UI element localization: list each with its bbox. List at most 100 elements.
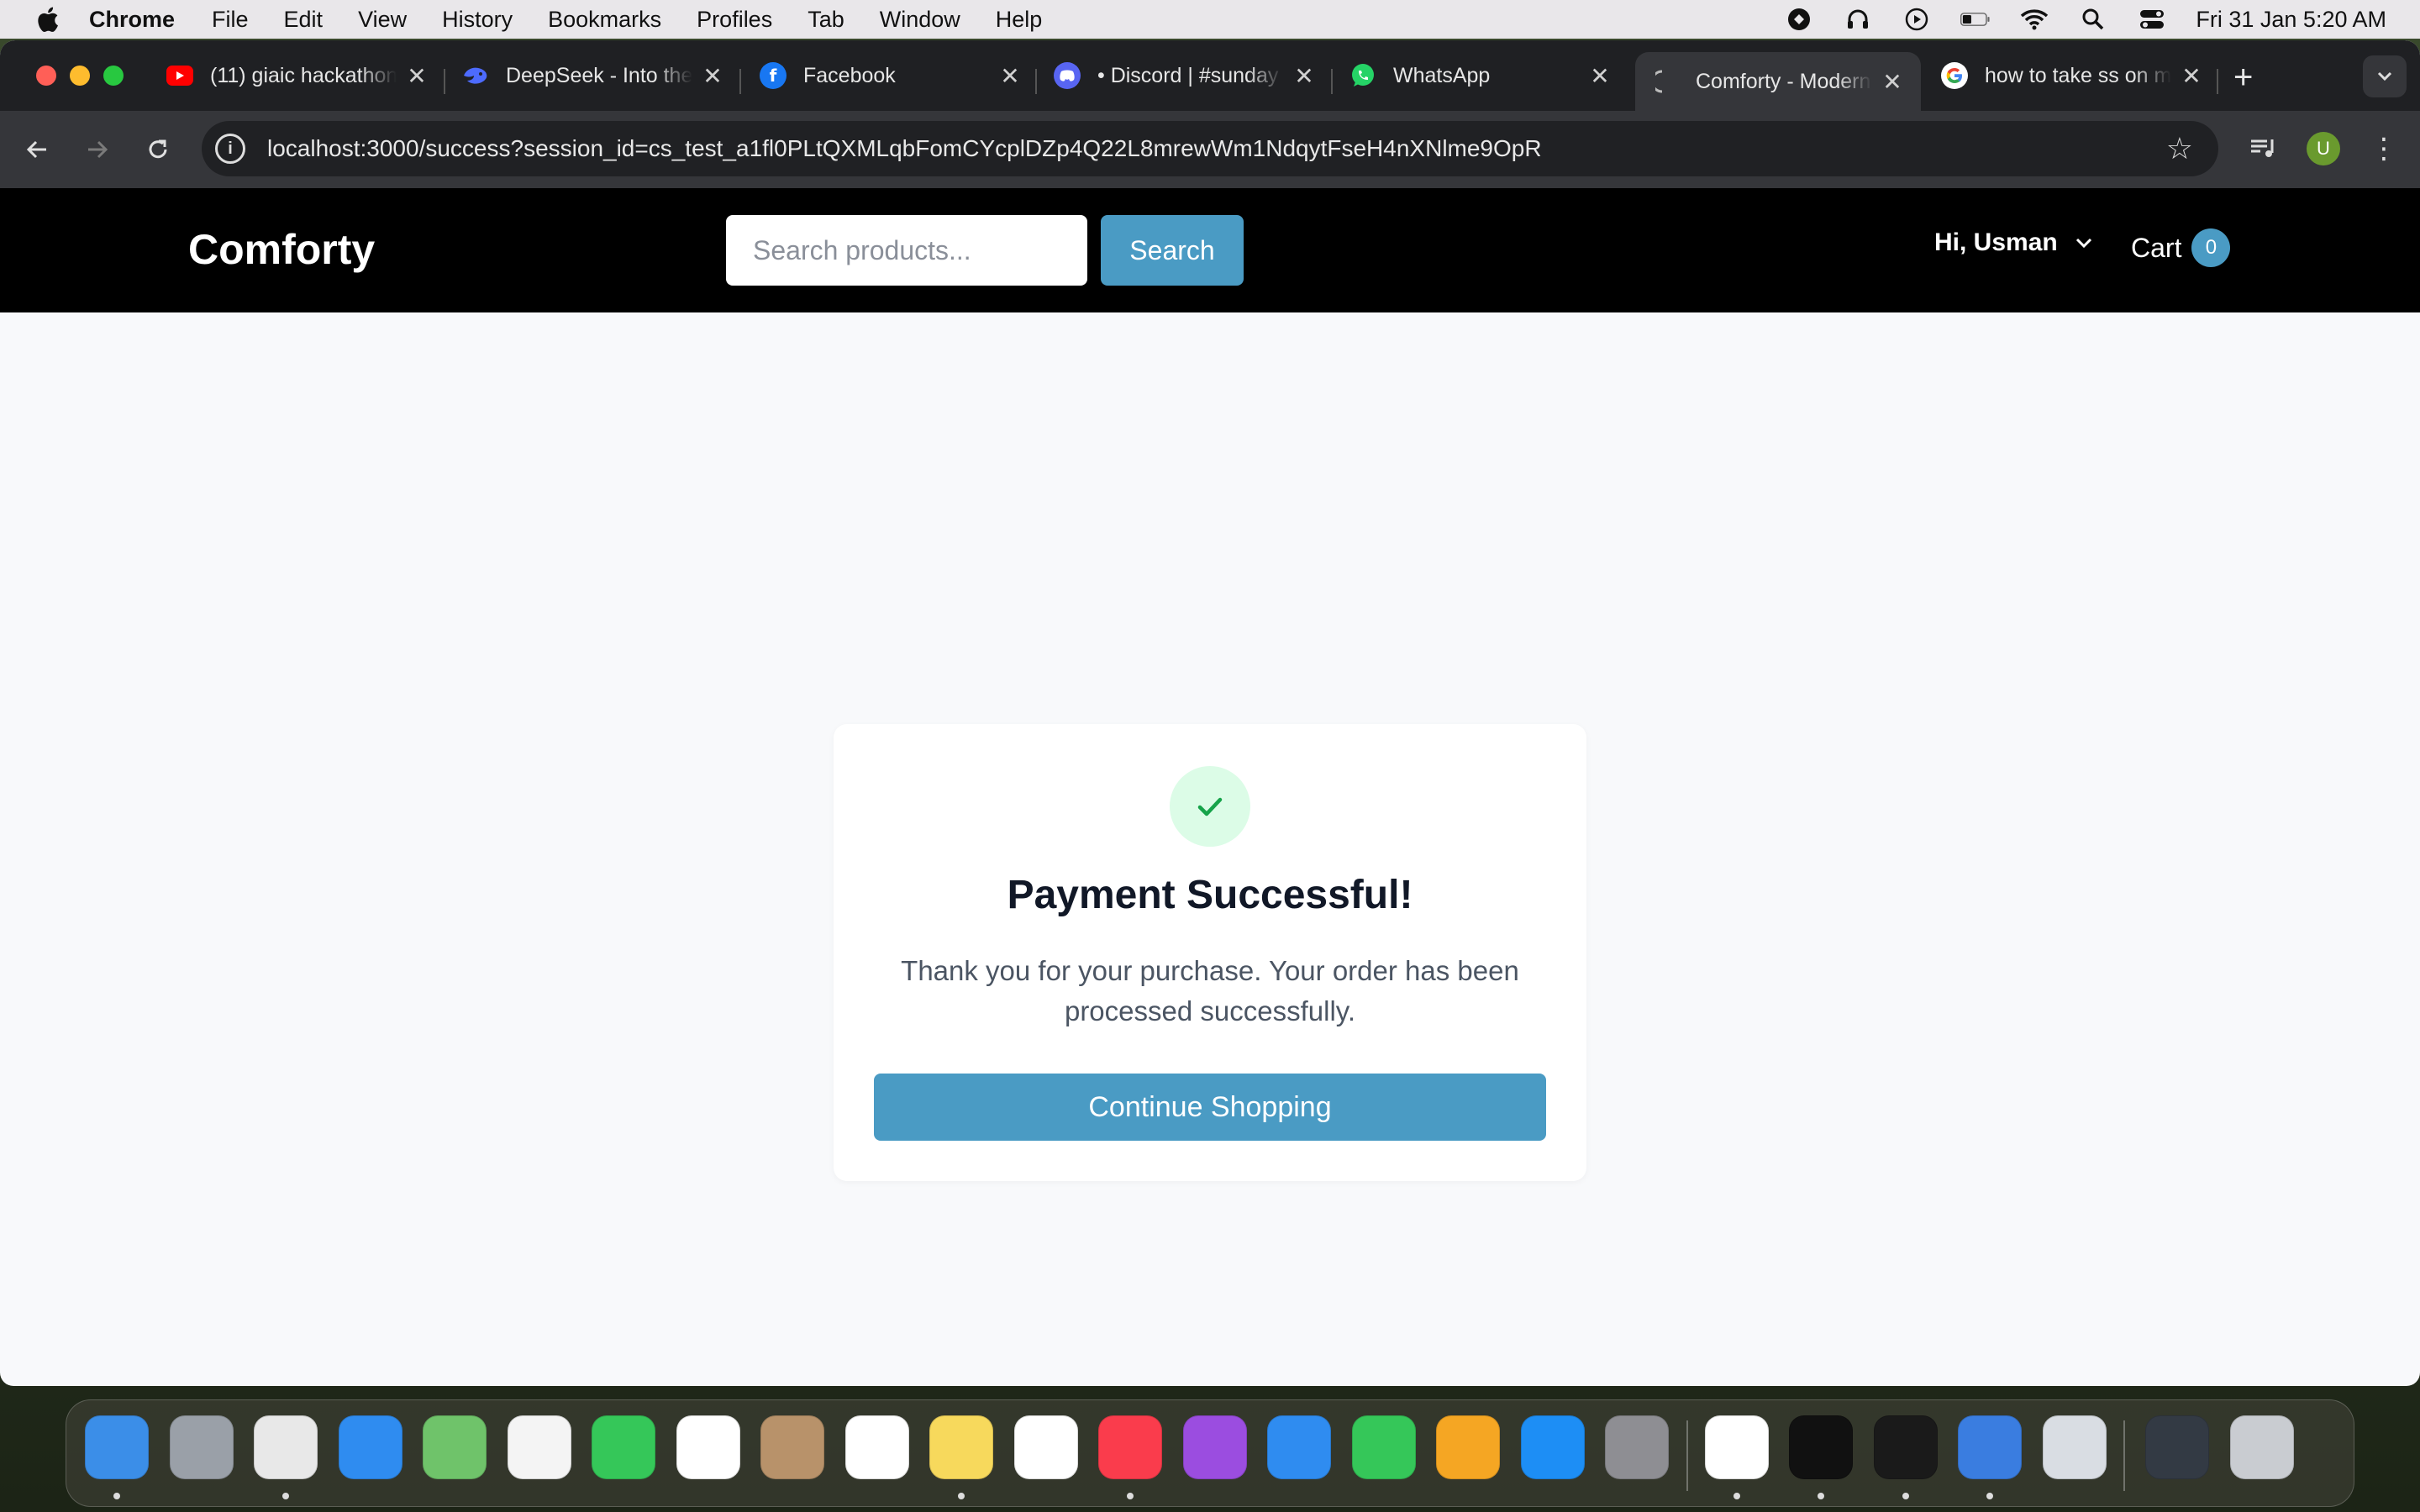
pages-icon[interactable]	[1436, 1415, 1500, 1479]
now-playing-icon[interactable]	[1902, 7, 1932, 32]
trash-icon[interactable]	[2229, 1415, 2294, 1479]
dock-separator	[2123, 1420, 2125, 1491]
dock-separator	[1686, 1420, 1688, 1491]
bookmark-star-icon[interactable]: ☆	[2166, 131, 2193, 166]
preview-icon[interactable]	[2042, 1415, 2107, 1479]
profile-avatar[interactable]: U	[2302, 128, 2344, 170]
facetime-icon[interactable]	[592, 1415, 655, 1479]
minimize-window-button[interactable]	[70, 66, 90, 86]
control-center-icon[interactable]	[2137, 7, 2167, 32]
close-tab-icon[interactable]: ✕	[701, 62, 724, 90]
music-icon[interactable]	[1098, 1415, 1162, 1479]
menu-app-name[interactable]: Chrome	[89, 7, 175, 33]
battery-icon[interactable]	[1960, 7, 1991, 32]
reload-button[interactable]	[138, 129, 178, 170]
menubar-clock[interactable]: Fri 31 Jan 5:20 AM	[2196, 7, 2386, 33]
close-tab-icon[interactable]: ✕	[405, 62, 429, 90]
tab-title: (11) giaic hackathon	[210, 63, 397, 87]
new-tab-button[interactable]: +	[2233, 60, 2253, 94]
system-settings-icon[interactable]	[1605, 1415, 1669, 1479]
spotlight-search-icon[interactable]	[2078, 7, 2108, 32]
running-indicator	[1986, 1493, 1993, 1499]
deepseek-icon	[462, 62, 489, 89]
more-menu-icon[interactable]: ⋮	[2363, 128, 2405, 170]
tab-title: Facebook	[803, 63, 896, 87]
tab-separator	[2217, 69, 2218, 94]
payment-success-card: Payment Successful! Thank you for your p…	[834, 724, 1586, 1181]
close-window-button[interactable]	[36, 66, 56, 86]
calendar-icon[interactable]	[676, 1415, 740, 1479]
forward-button[interactable]	[77, 129, 118, 170]
mail-icon[interactable]	[338, 1415, 402, 1479]
finder-icon[interactable]	[85, 1415, 149, 1479]
tab-youtube[interactable]: (11) giaic hackathon ✕	[166, 52, 429, 99]
apple-icon[interactable]	[34, 5, 60, 34]
tab-discord[interactable]: • Discord | #sunday ✕	[1054, 52, 1316, 99]
running-indicator	[1818, 1493, 1824, 1499]
menu-view[interactable]: View	[358, 7, 407, 33]
menu-bookmarks[interactable]: Bookmarks	[548, 7, 661, 33]
launchpad-icon[interactable]	[169, 1415, 234, 1479]
tab-separator	[1035, 69, 1037, 94]
cart-link[interactable]: Cart 0	[2131, 228, 2231, 267]
notes-icon[interactable]	[929, 1415, 993, 1479]
tab-facebook[interactable]: f Facebook ✕	[760, 52, 1022, 99]
photos-icon[interactable]	[507, 1415, 571, 1479]
tab-google[interactable]: how to take ss on mac ✕	[1941, 52, 2203, 99]
cursor-icon[interactable]	[1789, 1415, 1853, 1479]
media-controls-icon[interactable]	[2242, 128, 2284, 170]
menu-tab[interactable]: Tab	[808, 7, 844, 33]
address-url[interactable]: localhost:3000/success?session_id=cs_tes…	[267, 135, 1542, 162]
macos-dock	[66, 1399, 2354, 1507]
tab-whatsapp[interactable]: WhatsApp ✕	[1349, 52, 1612, 99]
tab-comforty[interactable]: Comforty - Modern ✕	[1635, 52, 1921, 111]
running-indicator	[113, 1493, 120, 1499]
contacts-icon[interactable]	[760, 1415, 824, 1479]
numbers-icon[interactable]	[1351, 1415, 1416, 1479]
vpn-icon[interactable]	[1784, 7, 1814, 32]
headphones-icon[interactable]	[1843, 7, 1873, 32]
keynote-icon[interactable]	[1267, 1415, 1331, 1479]
reload-icon	[149, 139, 167, 159]
menu-help[interactable]: Help	[996, 7, 1043, 33]
chrome-icon[interactable]	[254, 1415, 318, 1479]
close-tab-icon[interactable]: ✕	[1292, 62, 1316, 90]
menu-history[interactable]: History	[442, 7, 513, 33]
search-button[interactable]: Search	[1101, 215, 1244, 286]
maximize-window-button[interactable]	[103, 66, 124, 86]
user-menu[interactable]: Hi, Usman	[1934, 228, 2095, 257]
menu-profiles[interactable]: Profiles	[697, 7, 772, 33]
site-logo[interactable]: Comforty	[188, 225, 375, 274]
close-tab-icon[interactable]: ✕	[2180, 62, 2203, 90]
close-tab-icon[interactable]: ✕	[1588, 62, 1612, 90]
freeform-icon[interactable]	[1013, 1415, 1078, 1479]
tab-deepseek[interactable]: DeepSeek - Into the ✕	[462, 52, 724, 99]
product-search-input[interactable]	[726, 215, 1087, 286]
wifi-icon[interactable]	[2019, 7, 2049, 32]
downloads-icon[interactable]	[2145, 1415, 2209, 1479]
spotify-icon[interactable]	[1873, 1415, 1938, 1479]
maps-icon[interactable]	[423, 1415, 487, 1479]
menu-window[interactable]: Window	[880, 7, 960, 33]
reminders-icon[interactable]	[844, 1415, 909, 1479]
running-indicator	[1733, 1493, 1740, 1499]
cart-label: Cart	[2131, 232, 2182, 263]
running-indicator	[1902, 1493, 1909, 1499]
payment-success-title: Payment Successful!	[1007, 873, 1413, 917]
xcode-icon[interactable]	[1958, 1415, 2022, 1479]
vscode-icon[interactable]	[1704, 1415, 1769, 1479]
close-tab-icon[interactable]: ✕	[998, 62, 1022, 90]
menu-edit[interactable]: Edit	[284, 7, 324, 33]
menu-file[interactable]: File	[212, 7, 249, 33]
address-bar[interactable]: i localhost:3000/success?session_id=cs_t…	[202, 121, 2218, 176]
tab-strip: (11) giaic hackathon ✕ DeepSeek - Into t…	[0, 40, 2420, 111]
podcasts-icon[interactable]	[1182, 1415, 1247, 1479]
site-info-icon[interactable]: i	[215, 134, 245, 164]
tab-separator	[1331, 69, 1333, 94]
user-greeting: Hi, Usman	[1934, 228, 2058, 256]
tab-search-button[interactable]	[2363, 55, 2407, 97]
back-button[interactable]	[17, 129, 57, 170]
app-store-icon[interactable]	[1520, 1415, 1585, 1479]
continue-shopping-button[interactable]: Continue Shopping	[874, 1074, 1546, 1141]
close-tab-icon[interactable]: ✕	[1881, 68, 1904, 96]
